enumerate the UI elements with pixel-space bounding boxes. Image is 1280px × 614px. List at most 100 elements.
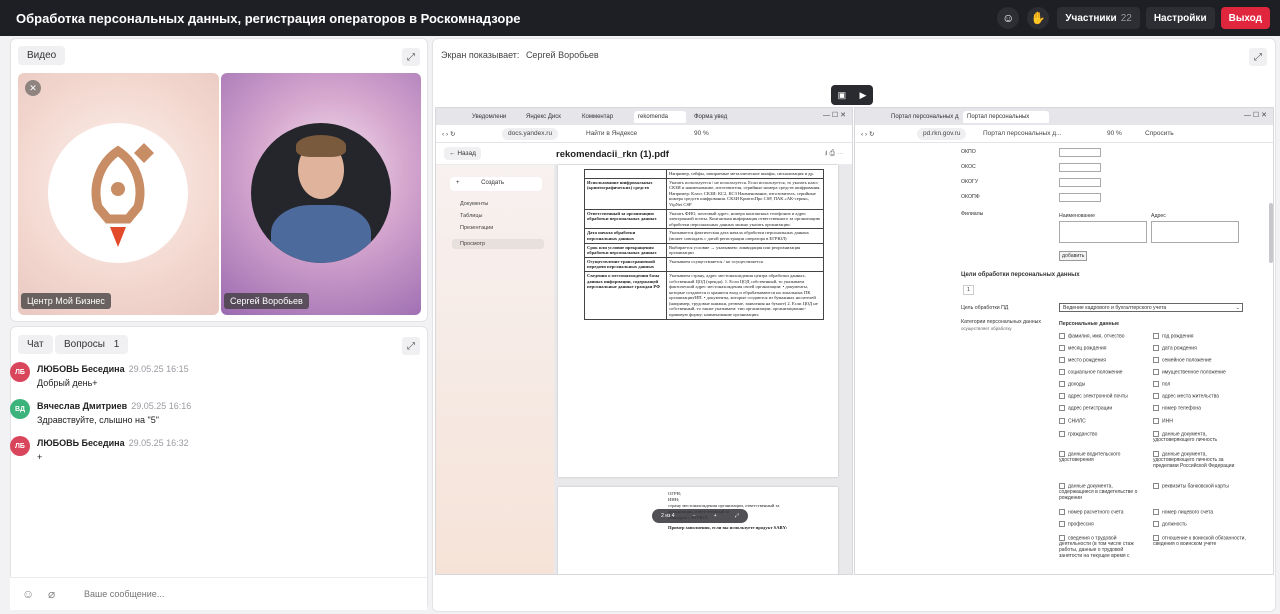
form-scrollbar[interactable]: [1269, 203, 1273, 263]
table-row: Ответственный за организацию обработки п…: [584, 208, 824, 230]
browser-tab[interactable]: Форма увед: [690, 111, 742, 123]
layout-icon[interactable]: ▣: [838, 90, 847, 101]
pdf-page-2: ОГРН; ИНН; страну местонахождения органи…: [558, 487, 838, 574]
pd-checkbox[interactable]: месяц рождения: [1059, 345, 1147, 351]
avatar: ВД: [10, 399, 30, 419]
screen-toolbar: ▣ ▶: [831, 85, 873, 105]
pd-checkbox[interactable]: год рождения: [1153, 333, 1249, 339]
pd-checkbox[interactable]: адрес места жительства: [1153, 393, 1249, 399]
attach-icon[interactable]: ⌀: [48, 587, 55, 601]
tab-chat[interactable]: Чат: [18, 335, 53, 354]
pd-checkbox[interactable]: номер телефона: [1153, 405, 1249, 411]
pd-checkbox[interactable]: данные документа, содержащиеся в свидете…: [1059, 483, 1147, 501]
screen-expand-icon[interactable]: ⤢: [1249, 48, 1267, 66]
code-input[interactable]: [1059, 193, 1101, 202]
pd-checkbox[interactable]: место рождения: [1059, 357, 1147, 363]
settings-button[interactable]: Настройки: [1145, 7, 1215, 29]
window-controls-icon[interactable]: — ☐ ✕: [1244, 111, 1267, 119]
pd-checkbox[interactable]: доходы: [1059, 381, 1147, 387]
pd-checkbox[interactable]: номер лицевого счета: [1153, 509, 1249, 515]
presenter-caption: Экран показывает: Сергей Воробьев: [441, 50, 599, 60]
branch-address-input[interactable]: [1151, 221, 1239, 243]
message-time: 29.05.25 16:15: [128, 364, 189, 374]
pd-checkbox[interactable]: имущественное положение: [1153, 369, 1249, 375]
pd-checkbox[interactable]: адрес регистрации: [1059, 405, 1147, 411]
browser-tab[interactable]: Уведомлени: [468, 111, 518, 123]
pd-checkbox[interactable]: данные документа, удостоверяющего личнос…: [1153, 451, 1249, 469]
pd-checkbox[interactable]: реквизиты банковской карты: [1153, 483, 1249, 489]
fullscreen-video-icon[interactable]: ▶: [859, 90, 866, 101]
emoji-picker-icon[interactable]: ☺: [22, 587, 34, 601]
browser-tab[interactable]: Портал персональных: [963, 111, 1049, 123]
video-tile-center[interactable]: ✕ Центр Мой Бизнес: [18, 73, 219, 315]
browser-tab[interactable]: Портал персональных да: [887, 111, 959, 123]
sidebar-item-tables[interactable]: Таблицы: [460, 213, 482, 219]
nav-buttons-icon[interactable]: ‹ › ↻: [442, 130, 455, 138]
url-field[interactable]: pd.rkn.gov.ru: [917, 128, 967, 140]
left-browser-window: Уведомлени Яндекс Диск Комментар rekomen…: [435, 107, 853, 575]
pd-checkbox[interactable]: данные документа, удостоверяющего личнос…: [1153, 431, 1249, 443]
tab-questions[interactable]: Вопросы 1: [55, 335, 129, 354]
raise-hand-icon[interactable]: ✋: [1027, 7, 1050, 29]
browser-tab[interactable]: Комментар: [578, 111, 630, 123]
chat-message: ВД Вячеслав Дмитриев 29.05.25 16:16 Здрав…: [10, 399, 410, 433]
pd-checkbox[interactable]: дата рождения: [1153, 345, 1249, 351]
pd-checkbox[interactable]: фамилия, имя, отчество: [1059, 333, 1147, 339]
video-tab[interactable]: Видео: [18, 46, 66, 65]
pd-checkbox[interactable]: СНИЛС: [1059, 418, 1147, 424]
participants-button[interactable]: Участники 22: [1057, 7, 1140, 29]
chat-expand-icon[interactable]: ⤢: [402, 337, 420, 355]
zoom-in-icon[interactable]: +: [714, 513, 717, 519]
purpose-index: 1: [963, 285, 974, 295]
add-branch-button[interactable]: добавить: [1059, 251, 1088, 261]
pd-checkbox[interactable]: сведения о трудовой деятельности (в том …: [1059, 535, 1147, 559]
sidebar-item-presentations[interactable]: Презентации: [460, 225, 493, 231]
code-input[interactable]: [1059, 178, 1101, 187]
code-input[interactable]: [1059, 163, 1101, 172]
url-field[interactable]: docs.yandex.ru: [502, 128, 559, 140]
pd-checkbox[interactable]: ИНН: [1153, 418, 1249, 424]
nav-buttons-icon[interactable]: ‹ › ↻: [861, 130, 874, 138]
pd-checkbox[interactable]: гражданство: [1059, 431, 1147, 437]
tab-questions-count: 1: [113, 339, 120, 350]
video-expand-icon[interactable]: ⤢: [402, 48, 420, 66]
message-text: Добрый день+: [37, 378, 98, 388]
yandex-search-button[interactable]: Найти в Яндексе: [586, 130, 637, 137]
video-tile-presenter[interactable]: Сергей Воробьев: [221, 73, 421, 315]
code-label: ОКПО: [961, 149, 976, 155]
zoom-out-icon[interactable]: −: [693, 513, 696, 519]
sidebar-item-documents[interactable]: Документы: [460, 201, 488, 207]
browser-tab[interactable]: Яндекс Диск: [522, 111, 574, 123]
purpose-select[interactable]: Ведение кадрового и бухгалтерского учета…: [1059, 303, 1243, 312]
screen-share-panel: Экран показывает: Сергей Воробьев ⤢ ▣ ▶ …: [432, 38, 1276, 612]
viewer-actions-icon[interactable]: ⭳ ⎙ ⋯: [825, 149, 844, 160]
pd-checkbox[interactable]: номер расчетного счета: [1059, 509, 1147, 515]
branch-name-input[interactable]: [1059, 221, 1147, 243]
code-input[interactable]: [1059, 148, 1101, 157]
message-input[interactable]: [84, 586, 404, 602]
pd-checkbox[interactable]: семейное положение: [1153, 357, 1249, 363]
fit-icon[interactable]: ⤢: [735, 513, 739, 519]
pd-checkbox[interactable]: должность: [1153, 521, 1249, 527]
pd-checkbox[interactable]: отношение к воинской обязанности, сведен…: [1153, 535, 1249, 547]
presenter-label: Экран показывает:: [441, 50, 520, 60]
pd-checkbox[interactable]: пол: [1153, 381, 1249, 387]
pd-checkbox[interactable]: профессия: [1059, 521, 1147, 527]
browser-tab[interactable]: rekomenda: [634, 111, 686, 123]
sidebar-item-view[interactable]: Просмотр: [452, 239, 544, 249]
ask-button[interactable]: Спросить: [1145, 130, 1174, 137]
back-button[interactable]: ← Назад: [444, 147, 481, 160]
table-row: Осуществление трансграничной передачи пе…: [584, 256, 824, 272]
table-row: Сведения о местонахождении базы данных и…: [584, 270, 824, 320]
pd-checkbox[interactable]: адрес электронной почты: [1059, 393, 1147, 399]
exit-button[interactable]: Выход: [1220, 7, 1270, 29]
window-controls-icon[interactable]: — ☐ ✕: [823, 111, 846, 119]
table-row: Например, сейфы, запираемые металлически…: [584, 169, 824, 179]
branches-label: Филиалы: [961, 211, 984, 217]
pd-checkbox[interactable]: социальное положение: [1059, 369, 1147, 375]
create-button[interactable]: + Создать: [450, 177, 542, 191]
emoji-icon[interactable]: ☺: [997, 7, 1020, 29]
participants-count: 22: [1120, 12, 1132, 24]
zoom-level: 90 %: [1107, 130, 1122, 137]
pd-checkbox[interactable]: данные водительского удостоверения: [1059, 451, 1147, 463]
